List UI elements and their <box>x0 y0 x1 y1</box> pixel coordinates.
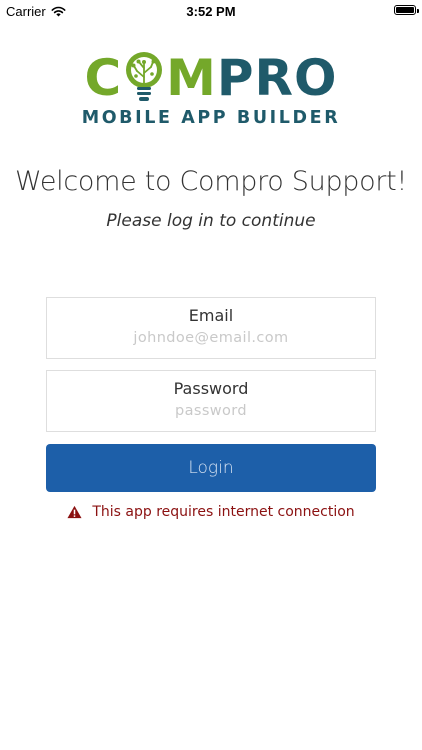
email-field[interactable]: Email <box>46 297 376 359</box>
welcome-subtitle: Please log in to continue <box>106 211 316 231</box>
password-input[interactable] <box>61 403 361 419</box>
email-label: Email <box>188 306 234 325</box>
login-button[interactable]: Login <box>46 444 376 492</box>
password-field[interactable]: Password <box>46 370 376 432</box>
connection-error: This app requires internet connection <box>0 504 422 520</box>
password-label: Password <box>173 379 249 398</box>
battery-icon <box>394 5 419 15</box>
compro-logo: C M PRO MOBILE APP BUILDER <box>0 50 422 128</box>
warning-icon <box>67 505 82 519</box>
email-input[interactable] <box>61 330 361 346</box>
logo-wordmark: C M PRO <box>84 50 337 106</box>
logo-letter-m: M <box>166 49 217 107</box>
logo-tagline: MOBILE APP BUILDER <box>81 108 341 128</box>
lightbulb-icon <box>126 52 163 101</box>
logo-letters-pro: PRO <box>216 49 338 107</box>
logo-letter-c: C <box>84 49 123 107</box>
status-bar: Carrier 3:52 PM <box>0 0 422 22</box>
error-message: This app requires internet connection <box>92 504 355 520</box>
status-time: 3:52 PM <box>186 4 236 19</box>
welcome-title: Welcome to Compro Support! <box>15 166 407 197</box>
battery-level <box>396 7 414 13</box>
